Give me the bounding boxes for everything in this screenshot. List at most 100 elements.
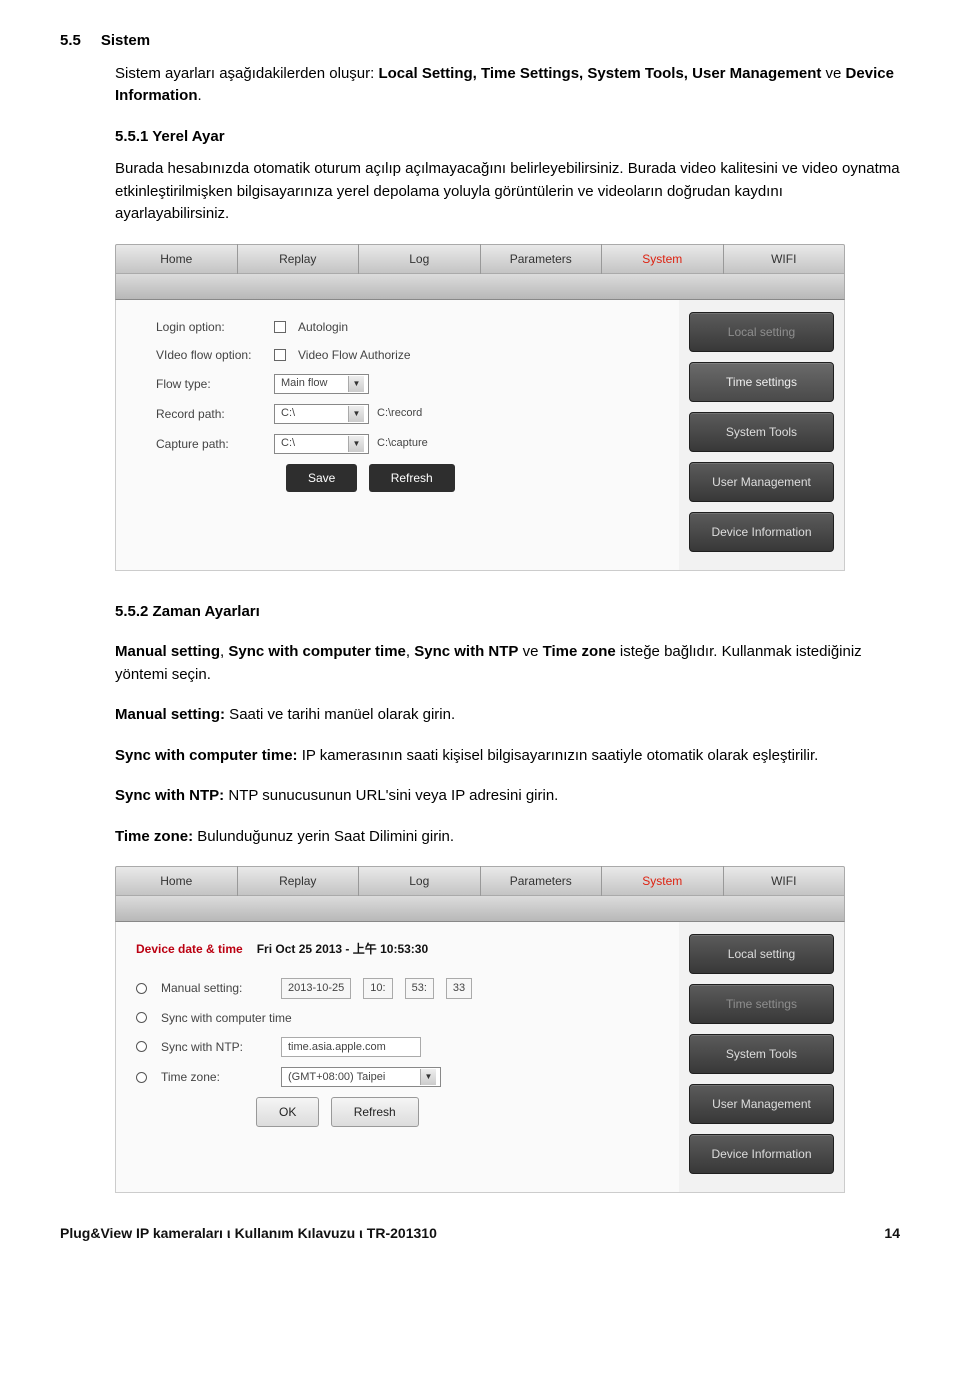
text-bold: Sync with NTP [414, 643, 518, 660]
ok-button[interactable]: OK [256, 1097, 319, 1127]
text-bold: Sync with computer time [228, 643, 406, 660]
side-user-management[interactable]: User Management [689, 462, 834, 502]
input-date[interactable]: 2013-10-25 [281, 978, 351, 999]
row-record-path: Record path: C:\ ▼ C:\record [156, 404, 659, 424]
tab-replay[interactable]: Replay [238, 866, 360, 896]
paragraph: Sync with computer time: IP kamerasının … [115, 745, 900, 768]
section-title: Sistem [101, 30, 150, 53]
row-device-datetime: Device date & time Fri Oct 25 2013 - 上午 … [136, 940, 659, 958]
subsection-text: Burada hesabınızda otomatik oturum açılı… [115, 160, 900, 222]
chevron-down-icon: ▼ [348, 376, 364, 392]
input-second[interactable]: 33 [446, 978, 472, 999]
footer-page-number: 14 [884, 1223, 900, 1244]
subsection-heading: 5.5.1 Yerel Ayar Burada hesabınızda otom… [115, 126, 900, 226]
side-time-settings[interactable]: Time settings [689, 984, 834, 1024]
chevron-down-icon: ▼ [348, 406, 364, 422]
label-capture-path: Capture path: [156, 435, 266, 453]
tab-wifi[interactable]: WIFI [724, 866, 845, 896]
checkbox-flow-authorize[interactable] [274, 349, 286, 361]
text-bold: Local Setting, Time Settings, System Too… [378, 65, 821, 82]
input-ntp-server[interactable]: time.asia.apple.com [281, 1037, 421, 1058]
side-system-tools[interactable]: System Tools [689, 412, 834, 452]
text: Sistem ayarları aşağıdakilerden oluşur: [115, 65, 378, 82]
row-manual-setting: Manual setting: 2013-10-25 10:53:33 [136, 978, 659, 999]
chevron-down-icon: ▼ [348, 436, 364, 452]
tab-wifi[interactable]: WIFI [724, 244, 845, 274]
side-device-information[interactable]: Device Information [689, 512, 834, 552]
row-time-zone: Time zone: (GMT+08:00) Taipei ▼ [136, 1067, 659, 1087]
side-time-settings[interactable]: Time settings [689, 362, 834, 402]
button-row: Save Refresh [286, 464, 659, 492]
intro-paragraph: Sistem ayarları aşağıdakilerden oluşur: … [115, 63, 900, 108]
tab-home[interactable]: Home [116, 866, 238, 896]
tab-log[interactable]: Log [359, 244, 481, 274]
text: . [198, 87, 202, 104]
side-panel: Local setting Time settings System Tools… [679, 922, 844, 1192]
tab-replay[interactable]: Replay [238, 244, 360, 274]
label-login-option: Login option: [156, 318, 266, 336]
select-value: (GMT+08:00) Taipei [288, 1069, 385, 1086]
row-sync-ntp: Sync with NTP: time.asia.apple.com [136, 1037, 659, 1058]
paragraph: Manual setting, Sync with computer time,… [115, 641, 900, 686]
row-video-flow-option: VIdeo flow option: Video Flow Authorize [156, 346, 659, 364]
paragraph: Sync with NTP: NTP sunucusunun URL'sini … [115, 785, 900, 808]
text: Bulunduğunuz yerin Saat Dilimini girin. [193, 828, 454, 845]
text: ve [518, 643, 542, 660]
select-flow-type[interactable]: Main flow ▼ [274, 374, 369, 394]
select-time-zone[interactable]: (GMT+08:00) Taipei ▼ [281, 1067, 441, 1087]
chevron-down-icon: ▼ [420, 1069, 436, 1085]
footer-left: Plug&View IP kameraları ι Kullanım Kılav… [60, 1223, 437, 1244]
text: ve [821, 65, 845, 82]
side-system-tools[interactable]: System Tools [689, 1034, 834, 1074]
text: IP kamerasının saati kişisel bilgisayarı… [298, 747, 819, 764]
input-minute[interactable]: 53: [405, 978, 434, 999]
text-bold: Time zone: [115, 828, 193, 845]
text: NTP sunucusunun URL'sini veya IP adresin… [224, 787, 558, 804]
side-local-setting[interactable]: Local setting [689, 312, 834, 352]
text-bold: Time zone [543, 643, 616, 660]
select-record-drive[interactable]: C:\ ▼ [274, 404, 369, 424]
tab-parameters[interactable]: Parameters [481, 244, 603, 274]
capture-path-value: C:\capture [377, 435, 428, 452]
screenshot-time-settings: Home Replay Log Parameters System WIFI D… [115, 866, 845, 1193]
radio-sync-computer[interactable] [136, 1012, 147, 1023]
sub-toolbar [115, 896, 845, 922]
side-user-management[interactable]: User Management [689, 1084, 834, 1124]
text-bold: Sync with computer time: [115, 747, 298, 764]
checkbox-autologin[interactable] [274, 321, 286, 333]
side-local-setting[interactable]: Local setting [689, 934, 834, 974]
side-device-information[interactable]: Device Information [689, 1134, 834, 1174]
tab-bar: Home Replay Log Parameters System WIFI [115, 244, 845, 274]
text: Saati ve tarihi manüel olarak girin. [225, 706, 455, 723]
label-sync-computer: Sync with computer time [161, 1009, 292, 1027]
tab-home[interactable]: Home [116, 244, 238, 274]
section-heading: 5.5 Sistem [60, 30, 900, 53]
label-video-flow-option: VIdeo flow option: [156, 346, 266, 364]
text: , [406, 643, 414, 660]
radio-sync-ntp[interactable] [136, 1041, 147, 1052]
tab-system[interactable]: System [602, 244, 724, 274]
row-login-option: Login option: Autologin [156, 318, 659, 336]
select-value: C:\ [281, 405, 295, 422]
tab-log[interactable]: Log [359, 866, 481, 896]
radio-time-zone[interactable] [136, 1072, 147, 1083]
save-button[interactable]: Save [286, 464, 357, 492]
radio-manual-setting[interactable] [136, 983, 147, 994]
label-record-path: Record path: [156, 405, 266, 423]
input-hour[interactable]: 10: [363, 978, 392, 999]
row-flow-type: Flow type: Main flow ▼ [156, 374, 659, 394]
panel-main: Device date & time Fri Oct 25 2013 - 上午 … [116, 922, 679, 1192]
text-bold: Manual setting [115, 643, 220, 660]
tab-parameters[interactable]: Parameters [481, 866, 603, 896]
text-bold: Sync with NTP: [115, 787, 224, 804]
select-capture-drive[interactable]: C:\ ▼ [274, 434, 369, 454]
settings-panel: Device date & time Fri Oct 25 2013 - 上午 … [115, 922, 845, 1193]
label-sync-ntp: Sync with NTP: [161, 1038, 273, 1056]
device-datetime-value: Fri Oct 25 2013 - 上午 10:53:30 [257, 940, 428, 958]
label-flow-authorize: Video Flow Authorize [298, 346, 411, 364]
sub-toolbar [115, 274, 845, 300]
refresh-button[interactable]: Refresh [331, 1097, 419, 1127]
refresh-button[interactable]: Refresh [369, 464, 455, 492]
row-capture-path: Capture path: C:\ ▼ C:\capture [156, 434, 659, 454]
tab-system[interactable]: System [602, 866, 724, 896]
